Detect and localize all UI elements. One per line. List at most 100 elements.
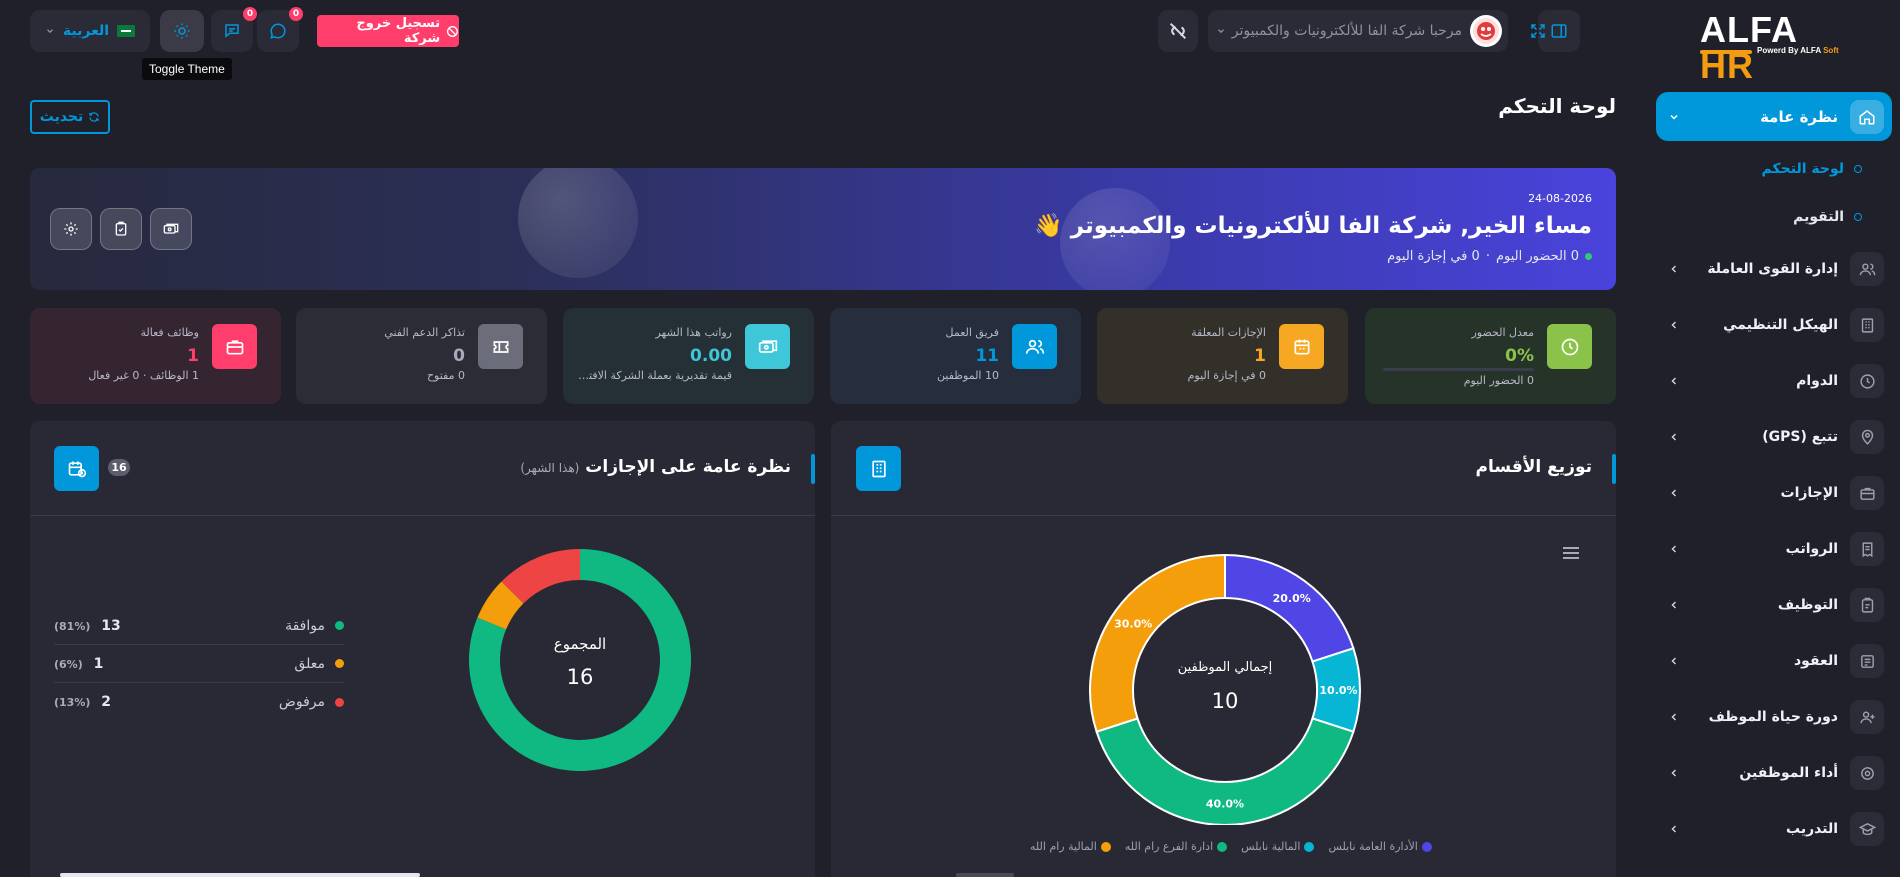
- chevron-down-icon: [1664, 111, 1684, 123]
- sidebar-item-label: الدوام: [1796, 373, 1838, 389]
- disconnect-button[interactable]: [1158, 10, 1198, 52]
- alfa-hr-logo[interactable]: ALFA HR Powerd By ALFA Soft: [1700, 12, 1850, 84]
- legend-label: مرفوض: [278, 694, 325, 710]
- home-icon: [1850, 99, 1884, 134]
- donut-slice-4[interactable]: [1089, 553, 1226, 733]
- company-select[interactable]: مرحبا شركة الفا للألكترونيات والكمبيوتر: [1208, 10, 1508, 52]
- refresh-button[interactable]: تحديث: [30, 100, 110, 134]
- briefcase-icon: [1850, 476, 1884, 510]
- fullscreen-icon: [1531, 24, 1545, 38]
- stat-card-team[interactable]: فريق العمل 11 10 الموظفين: [830, 308, 1081, 404]
- legend-label: الأدارة العامة نابلس: [1328, 840, 1418, 853]
- stat-title: رواتب هذا الشهر: [655, 326, 732, 339]
- legend-dot: [1304, 841, 1315, 852]
- legend-value: 13: [101, 617, 121, 634]
- sidebar-item-employee-lifecycle[interactable]: دورة حياة الموظف: [1656, 695, 1892, 739]
- clock-icon: [1547, 324, 1592, 369]
- legend-label-group: معلق: [294, 656, 344, 672]
- sidebar-item-label: التدريب: [1786, 821, 1838, 837]
- sidebar: ALFA HR Powerd By ALFA Soft نظرة عامة لو…: [1640, 0, 1900, 877]
- saudi-flag-icon: [117, 25, 136, 37]
- sidebar-subitem-label: التقويم: [1793, 209, 1844, 225]
- sidebar-item-workforce[interactable]: إدارة القوى العاملة: [1656, 247, 1892, 291]
- stat-subtitle: 10 الموظفين: [937, 369, 999, 382]
- departments-donut-chart: 20.0% 10.0% 40.0% 30.0% إجمالي الموظفين 10: [1089, 553, 1361, 825]
- sidebar-item-label: الهيكل التنظيمي: [1723, 317, 1838, 333]
- stat-subtitle: 0 مفتوح: [426, 369, 465, 382]
- sidebar-subitem-dashboard[interactable]: لوحة التحكم: [1656, 154, 1876, 184]
- sidebar-item-training[interactable]: التدريب: [1656, 807, 1892, 851]
- gear-icon: [64, 222, 78, 236]
- legend-count: (6%) 1: [54, 656, 103, 672]
- sidebar-item-gps[interactable]: تتبع (GPS): [1656, 415, 1892, 459]
- stat-title: فريق العمل: [945, 326, 999, 339]
- legend-item[interactable]: المالية رام الله: [1030, 840, 1111, 853]
- clipboard-icon: [1850, 588, 1884, 622]
- sidebar-item-leaves[interactable]: الإجازات: [1656, 471, 1892, 515]
- sidebar-item-label: العقود: [1794, 653, 1838, 669]
- notifications-button[interactable]: 0: [211, 7, 257, 52]
- legend-percent: (13%): [54, 696, 91, 709]
- slice-value-label: 20.0%: [1273, 592, 1311, 605]
- stat-card-support-tickets[interactable]: تذاكر الدعم الفني 0 0 مفتوح: [296, 308, 547, 404]
- tasks-button[interactable]: [100, 208, 142, 250]
- theme-toggle-button[interactable]: [160, 10, 204, 52]
- stat-card-payroll[interactable]: رواتب هذا الشهر 0.00 قيمة تقديرية بعملة …: [563, 308, 814, 404]
- attendance-progress-bar: [1383, 368, 1534, 371]
- legend-label: موافقة: [285, 617, 325, 634]
- slice-value-label: 10.0%: [1319, 684, 1357, 697]
- legend-value: 1: [93, 655, 104, 672]
- horizontal-scrollbar[interactable]: [60, 873, 420, 877]
- briefcase-icon: [212, 324, 257, 369]
- user-plus-icon: [1850, 700, 1884, 734]
- sidebar-item-label: أداء الموظفين: [1739, 765, 1838, 781]
- sidebar-item-contracts[interactable]: العقود: [1656, 639, 1892, 683]
- sidebar-item-performance[interactable]: أداء الموظفين: [1656, 751, 1892, 795]
- chart-menu-button[interactable]: [1562, 546, 1580, 560]
- sidebar-item-payroll[interactable]: الرواتب: [1656, 527, 1892, 571]
- slice-value-label: 30.0%: [1114, 617, 1152, 630]
- stat-card-pending-leaves[interactable]: الإجازات المعلقة 1 0 في إجازة اليوم: [1097, 308, 1348, 404]
- legend-item[interactable]: الأدارة العامة نابلس: [1328, 840, 1432, 853]
- decor-bubble: [1060, 188, 1170, 290]
- notifications-badge: 0: [243, 7, 257, 21]
- sidebar-item-recruitment[interactable]: التوظيف: [1656, 583, 1892, 627]
- status-dot: [1585, 253, 1592, 260]
- horizontal-scrollbar-thumb[interactable]: [956, 873, 1014, 877]
- payments-button[interactable]: [150, 208, 192, 250]
- sidebar-item-label: الإجازات: [1780, 485, 1839, 501]
- sidebar-subitem-calendar[interactable]: التقويم: [1656, 202, 1876, 232]
- stat-value: 0: [453, 346, 465, 366]
- panel-title-text: نظرة عامة على الإجازات: [585, 457, 791, 477]
- language-select[interactable]: العربية: [30, 10, 150, 52]
- fullscreen-button[interactable]: [1518, 10, 1558, 52]
- theme-tooltip: Toggle Theme: [142, 58, 232, 80]
- sidebar-item-overview[interactable]: نظرة عامة: [1656, 92, 1892, 141]
- stat-title: وظائف فعالة: [140, 326, 199, 339]
- stat-card-active-jobs[interactable]: وظائف فعالة 1 1 الوظائف · 0 غير فعال: [30, 308, 281, 404]
- stat-card-attendance-rate[interactable]: معدل الحضور 0% 0 الحضور اليوم: [1365, 308, 1616, 404]
- chevron-left-icon: [1664, 599, 1684, 611]
- company-logout-button[interactable]: تسجيل خروج شركة: [317, 15, 459, 47]
- money-icon: [745, 324, 790, 369]
- panel-header: نظرة عامة على الإجازات (هذا الشهر): [30, 421, 815, 516]
- legend-dot: [335, 621, 344, 630]
- donut-slice-1[interactable]: [1224, 553, 1355, 663]
- chevron-left-icon: [1664, 711, 1684, 723]
- hamburger-icon: [1563, 547, 1579, 559]
- chevron-left-icon: [1664, 767, 1684, 779]
- receipt-icon: [1850, 532, 1884, 566]
- legend-item[interactable]: ادارة الفرع رام الله: [1124, 840, 1228, 853]
- settings-button[interactable]: [50, 208, 92, 250]
- building-icon: [856, 446, 901, 491]
- sidebar-item-attendance[interactable]: الدوام: [1656, 359, 1892, 403]
- messages-button[interactable]: 0: [257, 7, 303, 52]
- welcome-banner: 24-08-2026 مساء الخير, شركة الفا للألكتر…: [30, 168, 1616, 290]
- stat-value: 0.00: [690, 346, 732, 366]
- stat-value: 0%: [1505, 346, 1534, 366]
- chevron-left-icon: [1664, 487, 1684, 499]
- page-title: لوحة التحكم: [1498, 94, 1616, 118]
- legend-label: ادارة الفرع رام الله: [1124, 840, 1214, 853]
- legend-item[interactable]: المالية نابلس: [1241, 840, 1315, 853]
- sidebar-item-org-structure[interactable]: الهيكل التنظيمي: [1656, 303, 1892, 347]
